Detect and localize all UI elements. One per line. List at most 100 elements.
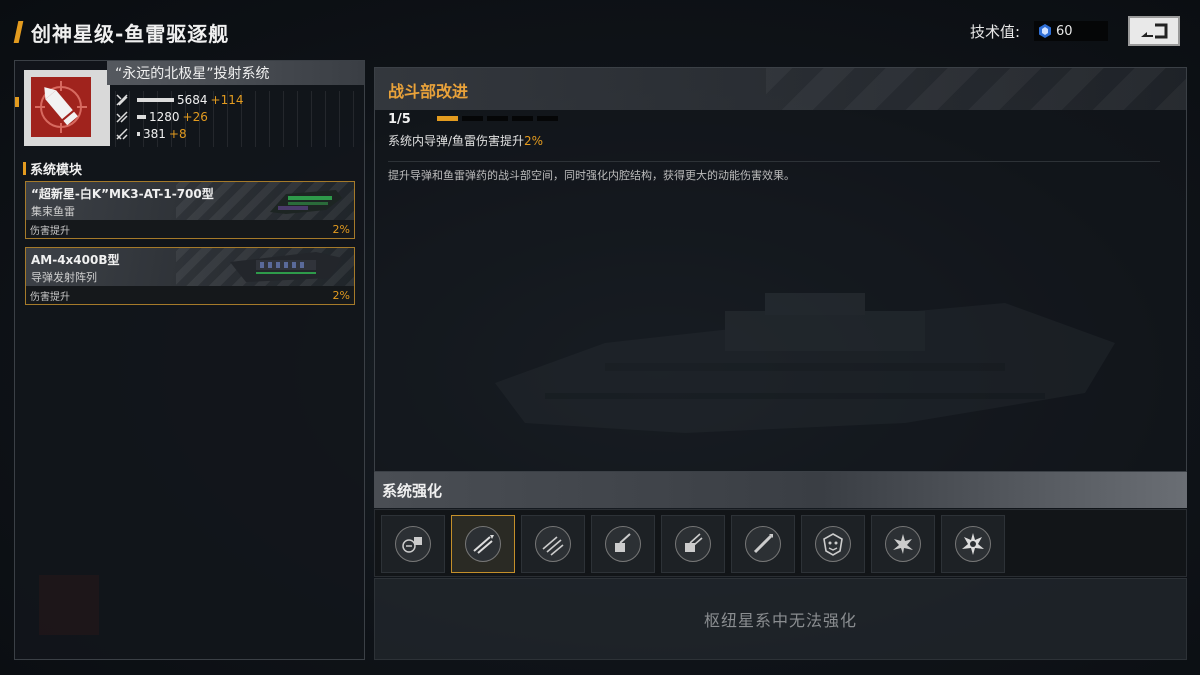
enhance-title: 系统强化 — [382, 481, 443, 500]
ghost-icon — [39, 575, 99, 635]
stat-value-damage: 5684 — [177, 92, 208, 107]
beast-emblem-icon — [823, 533, 843, 556]
module-effect-value: 2% — [332, 222, 350, 236]
module-card-footer: 伤害提升 2% — [26, 220, 354, 238]
ship-background-art — [495, 293, 1115, 433]
enhance-slot-6[interactable] — [731, 515, 795, 573]
slot-ring — [815, 526, 851, 562]
tech-label: 技术值: — [969, 22, 1020, 41]
enhance-slot-1[interactable] — [381, 515, 445, 573]
stat-value-penetration: 1280 — [149, 109, 180, 124]
slot-ring — [955, 526, 991, 562]
penetration-stat-icon — [116, 110, 128, 123]
enhance-slot-4[interactable] — [591, 515, 655, 573]
damage-stat-icon — [116, 93, 128, 106]
stat-row-penetration: 1280 +26 — [115, 108, 365, 125]
enhance-header: 系统强化 — [374, 472, 1187, 508]
module-effect-value: 2% — [332, 288, 350, 302]
upgrade-level: 1/5 — [388, 112, 411, 127]
stat-bonus-damage: +114 — [210, 92, 244, 107]
level-pip — [462, 116, 483, 121]
divider — [388, 161, 1160, 162]
slot-ring — [605, 526, 641, 562]
enhance-slot-9[interactable] — [941, 515, 1005, 573]
enhance-slot-2[interactable] — [451, 515, 515, 573]
slot-ring — [675, 526, 711, 562]
level-progress — [437, 116, 558, 121]
slot-ring — [535, 526, 571, 562]
module-card-header: AM-4x400B型 导弹发射阵列 — [26, 248, 354, 286]
system-name: “永远的北极星”投射系统 — [115, 66, 270, 82]
missile-cluster-icon — [542, 536, 564, 556]
upgrade-effect: 系统内导弹/鱼雷伤害提升2% — [388, 132, 543, 149]
explosion-burst-icon — [962, 533, 984, 555]
enhance-locked-message: 枢纽星系中无法强化 — [703, 611, 857, 630]
module-card-footer: 伤害提升 2% — [26, 286, 354, 304]
stat-row-range: 381 +8 — [115, 125, 365, 142]
module-name: AM-4x400B型 — [31, 253, 120, 267]
upgrade-effect-value: 2% — [524, 134, 544, 148]
tech-gem-icon — [1039, 24, 1051, 38]
upgrade-description: 提升导弹和鱼雷弹药的战斗部空间，同时强化内腔结构，获得更大的动能伤害效果。 — [388, 169, 795, 182]
level-pip — [437, 116, 458, 121]
range-stat-icon — [116, 127, 128, 140]
enhance-locked-panel: 枢纽星系中无法强化 — [374, 578, 1187, 660]
upgrade-effect-text: 系统内导弹/鱼雷伤害提升 — [388, 134, 525, 148]
torpedo-launcher-art-icon — [270, 190, 342, 214]
selected-marker — [15, 97, 19, 107]
stat-value-range: 381 — [143, 126, 166, 141]
stat-bonus-penetration: +26 — [182, 109, 208, 124]
module-effect: 伤害提升 — [30, 225, 70, 237]
tech-value-display: 技术值: 60 — [970, 20, 1108, 42]
title-accent-mark — [13, 21, 24, 43]
missile-launcher-icon — [35, 81, 87, 133]
module-card-torpedo[interactable]: “超新星-白K”MK3-AT-1-700型 集束鱼雷 伤害提升 2% — [25, 181, 355, 239]
slot-ring — [465, 526, 501, 562]
section-accent-mark — [23, 161, 26, 175]
stat-bar-penetration — [137, 114, 146, 119]
back-arrow-icon — [1141, 23, 1168, 39]
slot-ring — [395, 526, 431, 562]
warhead-upgrade-icon — [473, 535, 494, 554]
background-ghost-panel — [27, 561, 357, 651]
stat-bar-damage — [137, 97, 174, 102]
enhance-slot-7[interactable] — [801, 515, 865, 573]
enhance-slot-3[interactable] — [521, 515, 585, 573]
upgrade-title: 战斗部改进 — [388, 82, 469, 101]
system-icon-frame[interactable] — [24, 70, 110, 146]
stat-bar-range — [137, 131, 140, 136]
slot-ring — [745, 526, 781, 562]
single-missile-icon — [753, 534, 773, 554]
module-card-missile[interactable]: AM-4x400B型 导弹发射阵列 伤害提升 2% — [25, 247, 355, 305]
tech-value-box: 60 — [1034, 21, 1108, 41]
explosion-icon — [893, 534, 913, 554]
system-stats: 5684 +114 1280 +26 381 +8 — [115, 91, 365, 147]
stat-row-damage: 5684 +114 — [115, 91, 365, 108]
launcher-upgrade-icon — [615, 533, 631, 552]
system-icon-background — [31, 77, 91, 137]
tech-value: 60 — [1056, 23, 1073, 39]
page-title: 创神星级-鱼雷驱逐舰 — [31, 21, 230, 46]
enhance-slot-row — [374, 509, 1187, 577]
level-pip — [487, 116, 508, 121]
enhance-slot-8[interactable] — [871, 515, 935, 573]
detail-header: 战斗部改进 — [375, 68, 1186, 110]
page-header: 创神星级-鱼雷驱逐舰 — [13, 18, 230, 46]
launcher-rate-icon — [685, 533, 703, 552]
system-panel: “永远的北极星”投射系统 5684 +114 1280 +26 381 +8 系… — [14, 60, 365, 660]
upgrade-detail-panel: 战斗部改进 1/5 系统内导弹/鱼雷伤害提升2% 提升导弹和鱼雷弹药的战斗部空间… — [374, 67, 1187, 472]
module-type: 集束鱼雷 — [31, 205, 75, 218]
module-effect: 伤害提升 — [30, 291, 70, 303]
modules-section-title: 系统模块 — [23, 159, 83, 178]
stat-bonus-range: +8 — [168, 126, 187, 141]
enhance-slot-5[interactable] — [661, 515, 725, 573]
level-pip — [512, 116, 533, 121]
module-name: “超新星-白K”MK3-AT-1-700型 — [31, 187, 214, 201]
module-card-header: “超新星-白K”MK3-AT-1-700型 集束鱼雷 — [26, 182, 354, 220]
modules-section-label: 系统模块 — [30, 162, 83, 178]
ammo-capacity-icon — [402, 537, 422, 553]
back-button[interactable] — [1128, 16, 1180, 46]
system-name-bar: “永远的北极星”投射系统 — [107, 61, 364, 85]
level-pip — [537, 116, 558, 121]
missile-array-art-icon — [230, 252, 342, 282]
